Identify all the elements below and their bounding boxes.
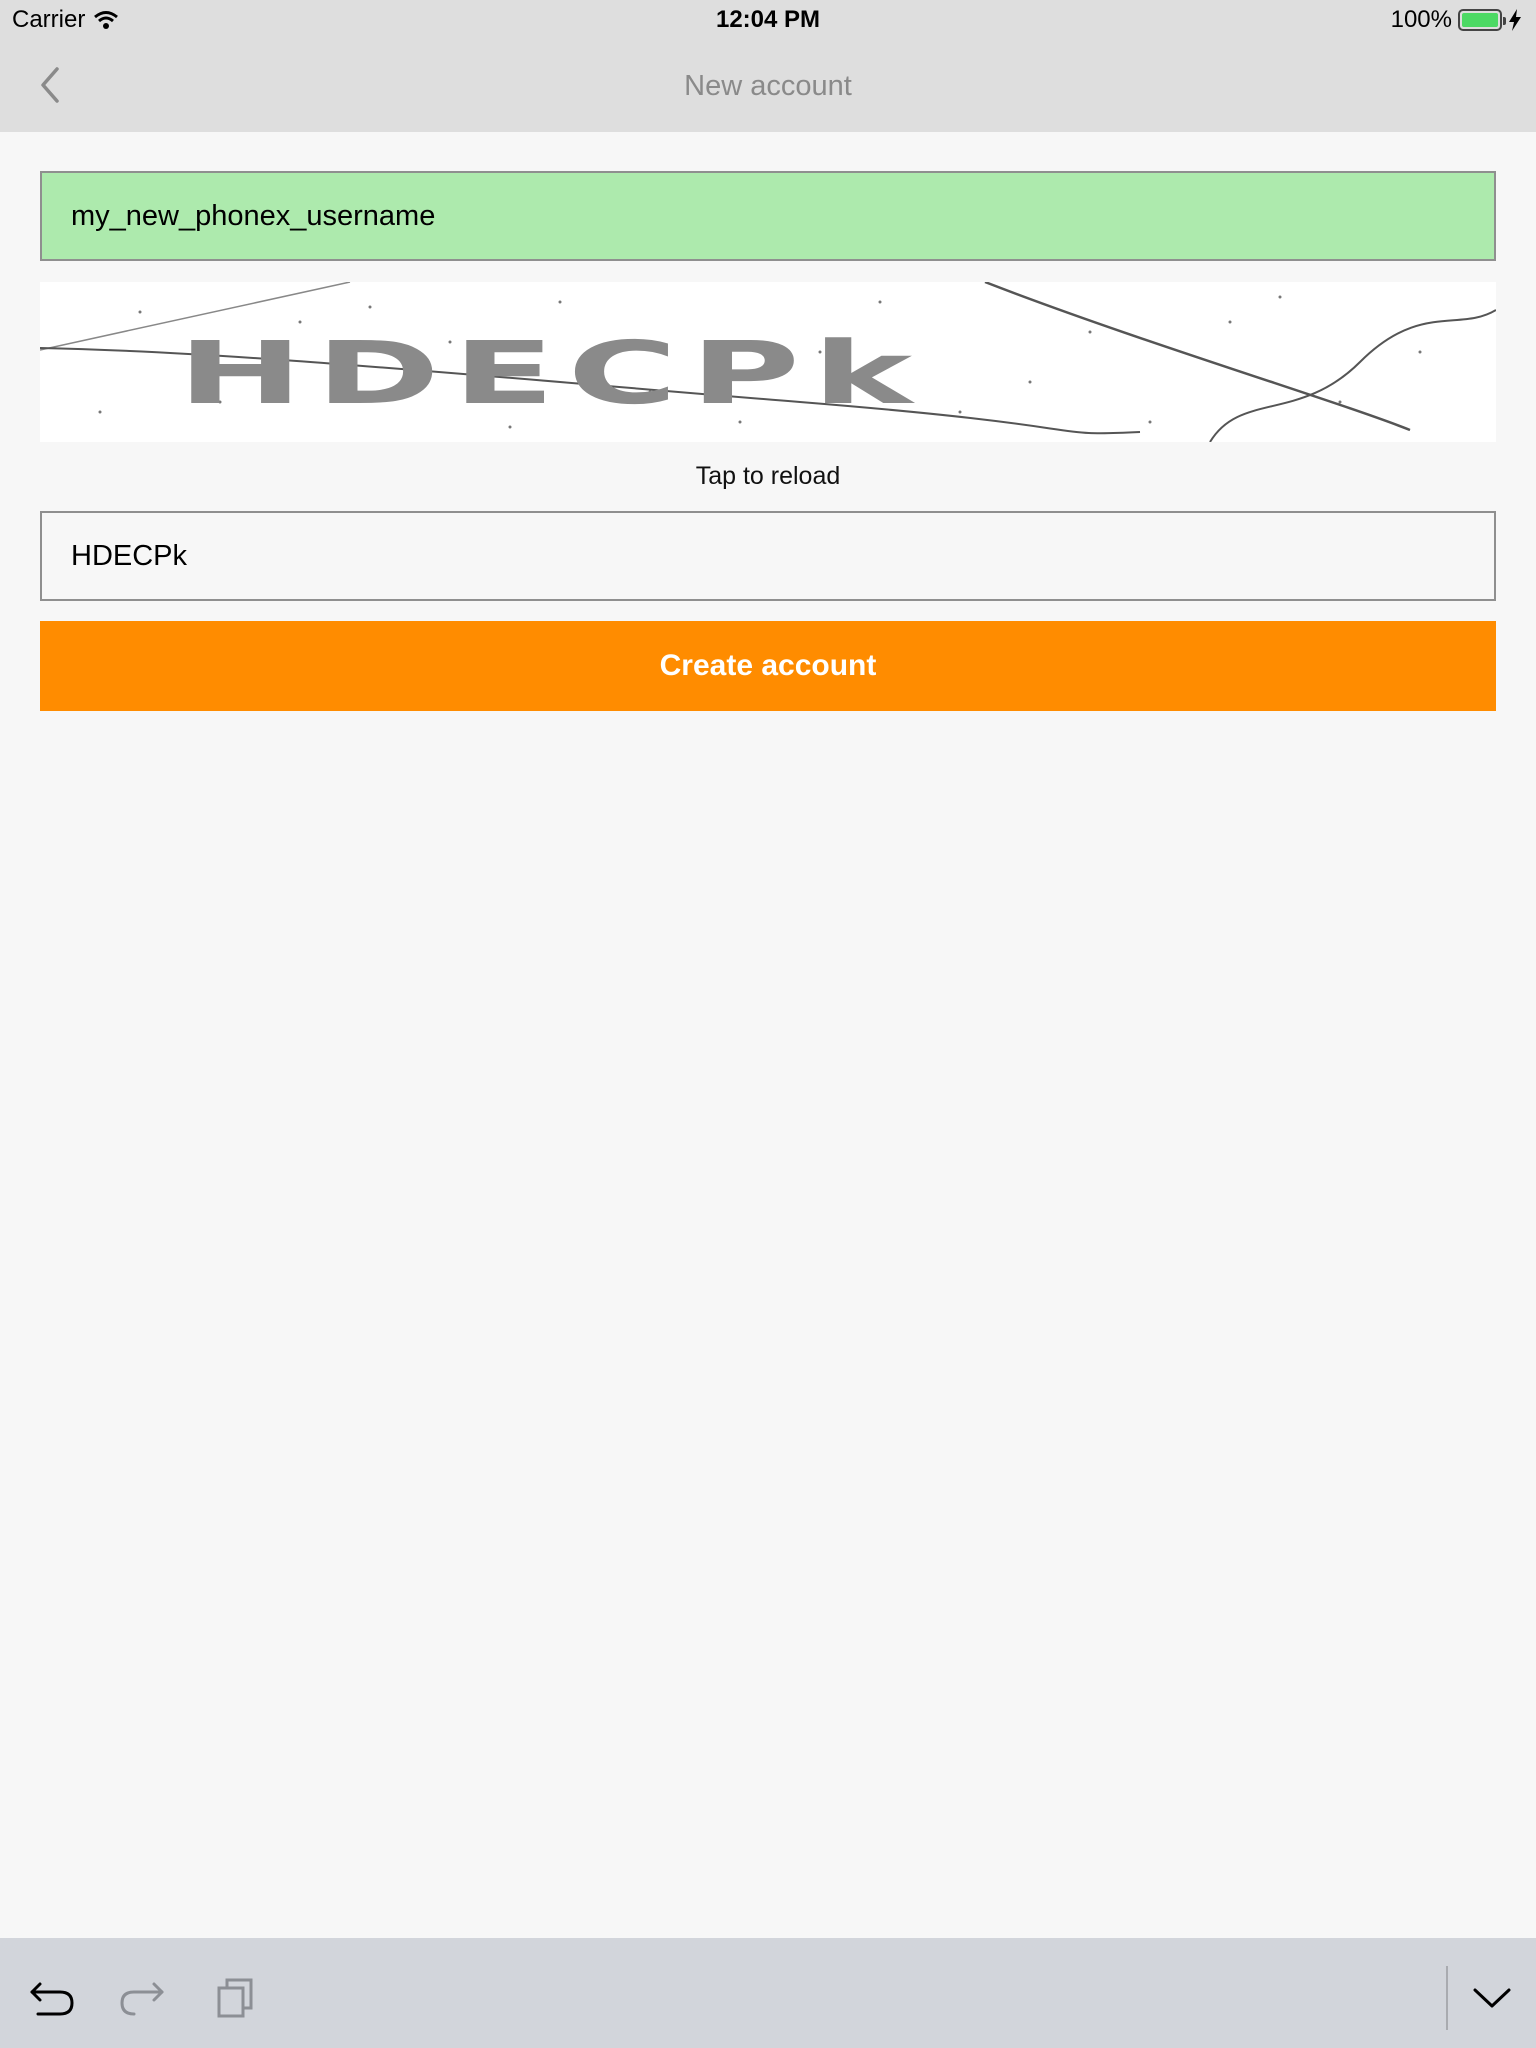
reload-hint: Tap to reload — [695, 462, 841, 490]
captcha-text: HDECPk — [178, 322, 925, 423]
captcha-answer-value: HDECPk — [71, 539, 188, 572]
battery-group: 100% — [1391, 6, 1522, 34]
paste-icon — [217, 1978, 253, 2018]
navigation-bar: New account — [0, 40, 1536, 132]
battery-percent: 100% — [1390, 6, 1452, 33]
username-input[interactable]: my_new_phonex_username — [40, 171, 1496, 261]
undo-button[interactable] — [22, 1968, 82, 2028]
charging-bolt-icon — [1509, 9, 1521, 31]
dismiss-keyboard-button[interactable] — [1462, 1968, 1522, 2028]
undo-icon — [30, 1982, 74, 2016]
status-bar: Carrier 12:04 PM 100% — [0, 0, 1536, 40]
dismiss-keyboard-icon — [1473, 1988, 1511, 2008]
captcha-image[interactable]: HDECPk — [40, 282, 1496, 442]
page-title: New account — [684, 70, 852, 102]
paste-button[interactable] — [205, 1968, 265, 2028]
battery-icon — [1458, 9, 1506, 31]
keyboard-accessory-bar — [0, 1938, 1536, 2048]
redo-button[interactable] — [112, 1968, 172, 2028]
toolbar-divider — [1446, 1966, 1448, 2030]
captcha-graphic: HDECPk — [40, 282, 1496, 442]
create-account-button[interactable]: Create account — [40, 621, 1496, 711]
captcha-answer-input[interactable]: HDECPk — [40, 511, 1496, 601]
clock: 12:04 PM — [715, 6, 821, 33]
redo-icon — [120, 1982, 164, 2016]
username-value: my_new_phonex_username — [71, 199, 436, 232]
